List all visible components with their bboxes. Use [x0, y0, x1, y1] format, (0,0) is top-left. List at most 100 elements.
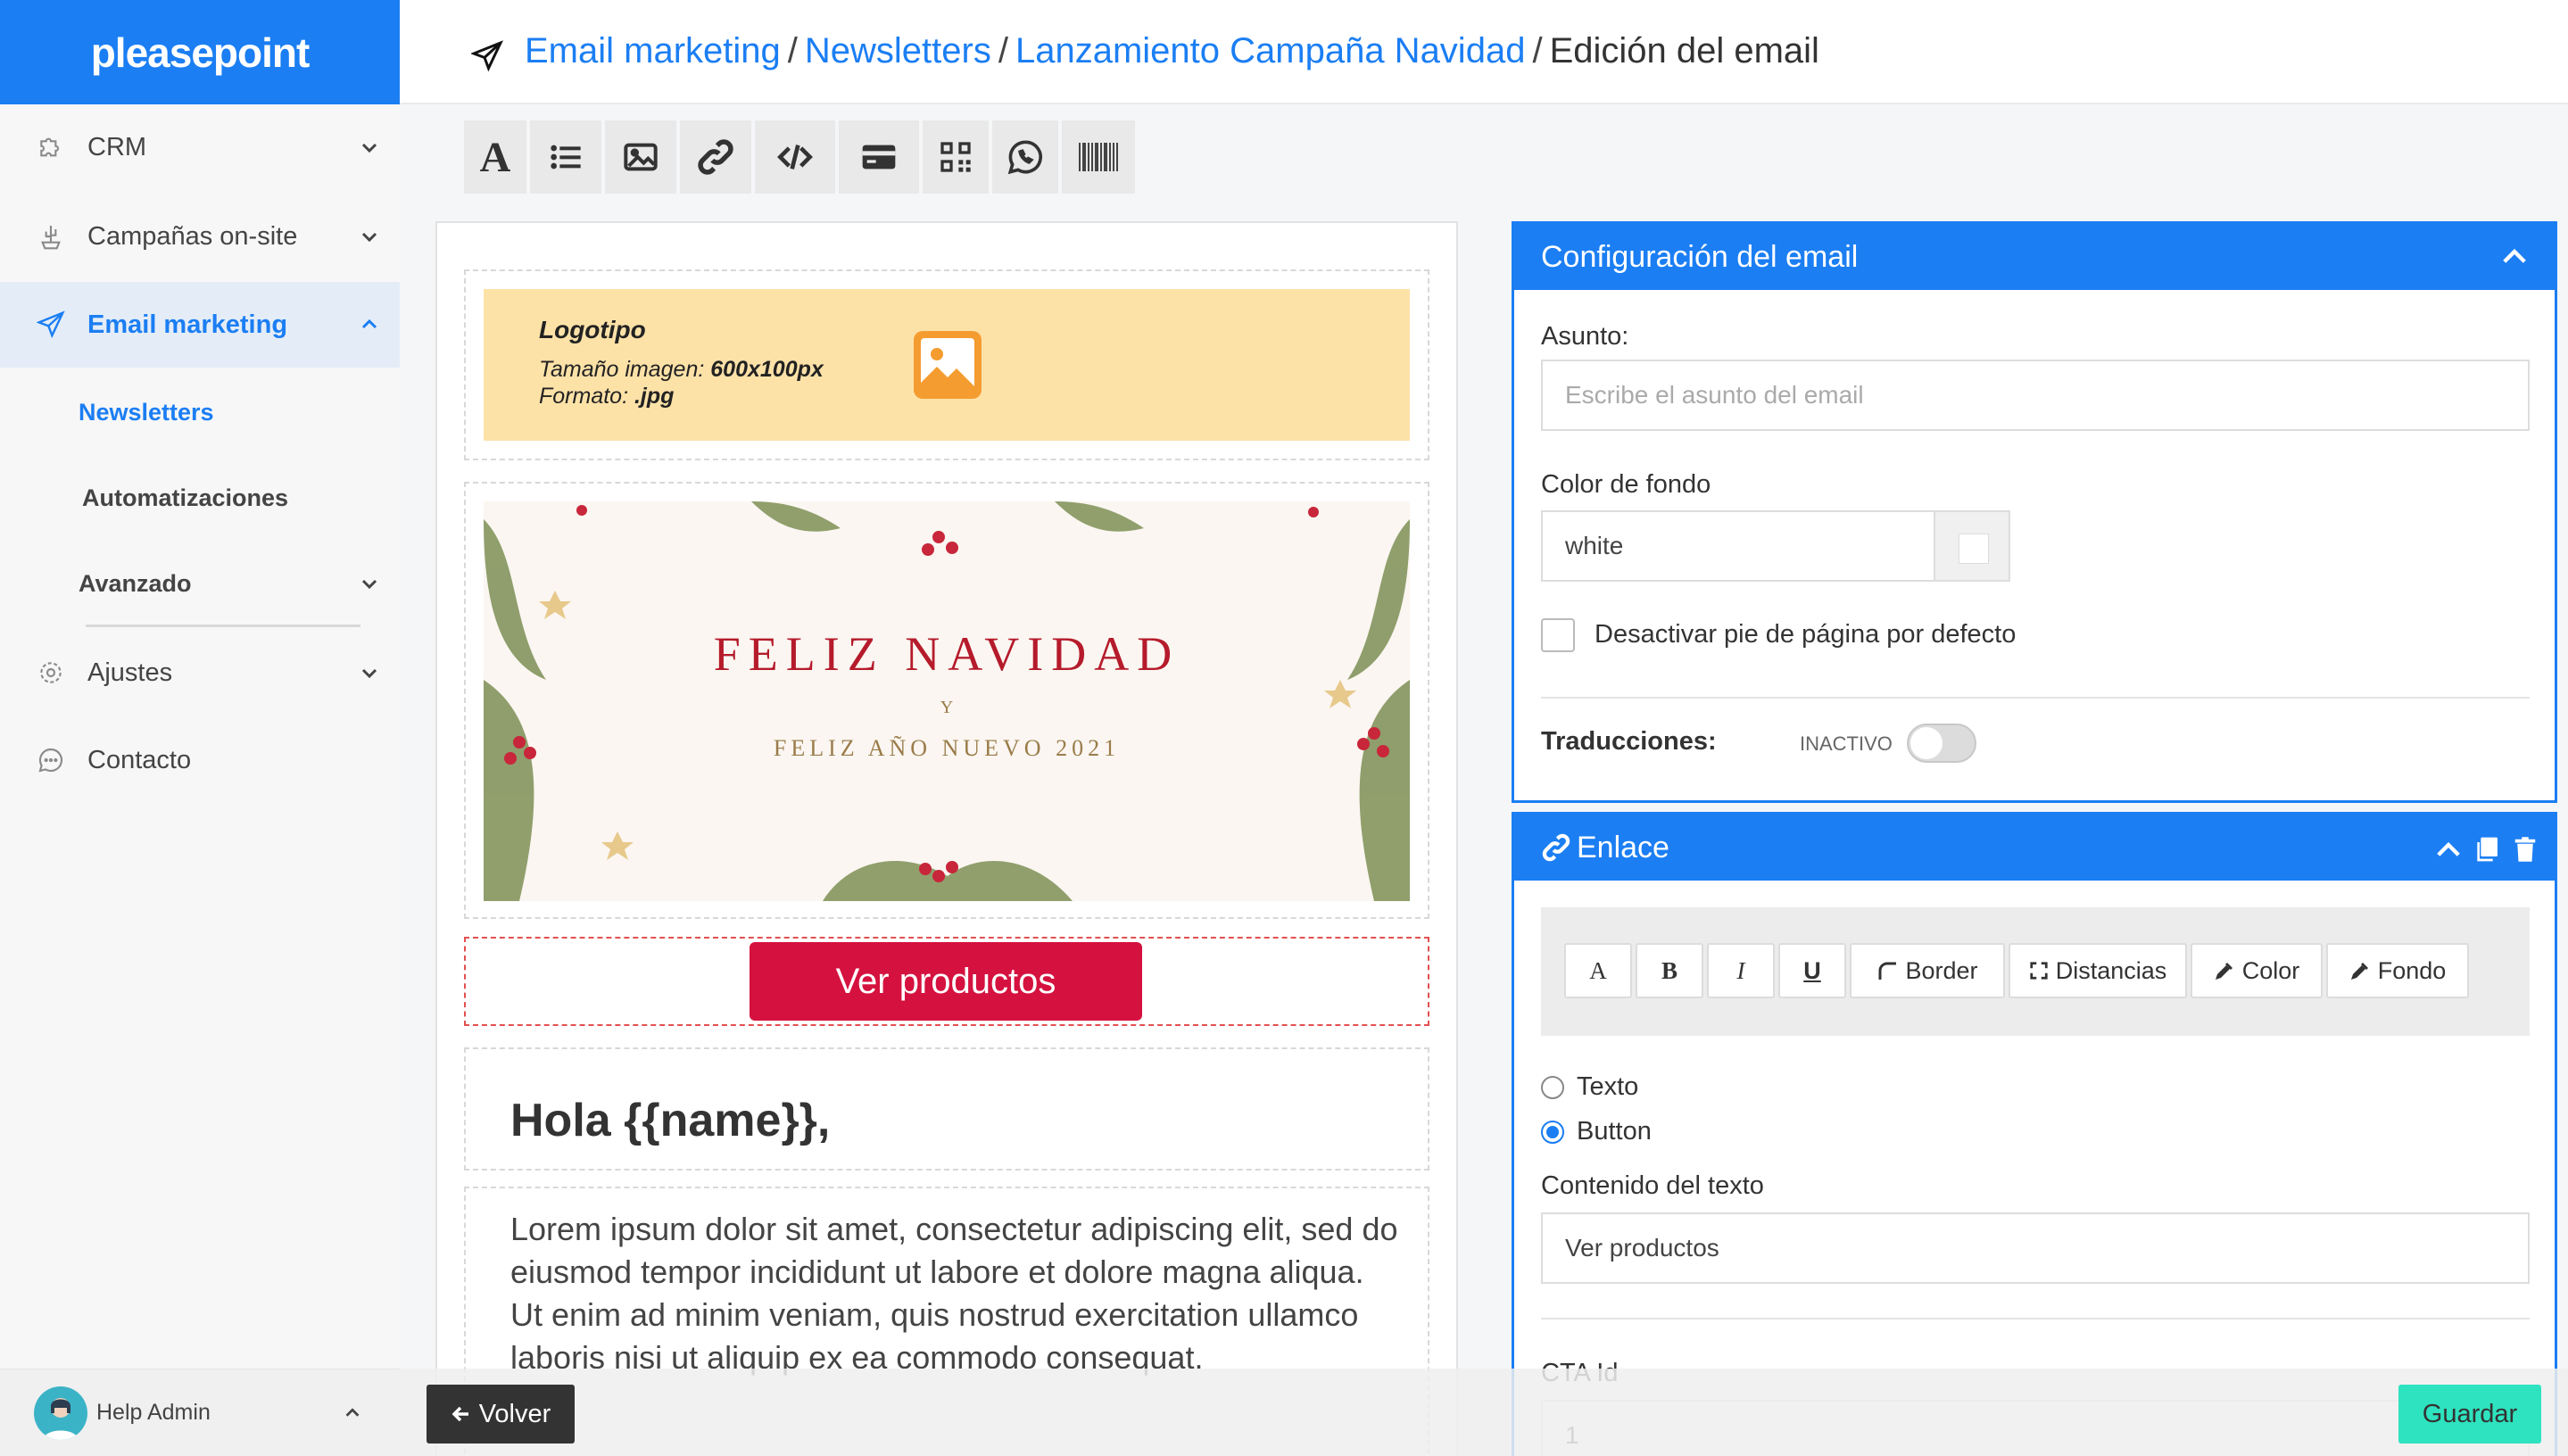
- sidebar-item-email-marketing[interactable]: Email marketing: [0, 282, 400, 368]
- add-code-button[interactable]: [755, 120, 835, 194]
- add-qr-button[interactable]: [923, 120, 989, 194]
- sidebar-item-crm[interactable]: CRM: [0, 104, 400, 190]
- chevron-up-icon[interactable]: [2501, 246, 2528, 266]
- breadcrumb-link-newsletters[interactable]: Newsletters: [805, 31, 991, 70]
- image-icon: [624, 143, 658, 171]
- add-link-button[interactable]: [680, 120, 751, 194]
- content-input[interactable]: Ver productos: [1541, 1212, 2530, 1284]
- logo-placeholder[interactable]: Logotipo Tamaño imagen: 600x100px Format…: [484, 289, 1410, 441]
- email-canvas: Logotipo Tamaño imagen: 600x100px Format…: [435, 221, 1458, 1456]
- sidebar-subitem-newsletters[interactable]: Newsletters: [0, 369, 400, 455]
- logo-block[interactable]: Logotipo Tamaño imagen: 600x100px Format…: [464, 269, 1429, 460]
- link-panel-actions: [2435, 834, 2539, 864]
- paper-plane-icon: [471, 40, 503, 72]
- sidebar-subitem-advanced[interactable]: Avanzado: [0, 541, 400, 626]
- copy-icon[interactable]: [2473, 834, 2501, 864]
- button-block[interactable]: Ver productos: [464, 937, 1429, 1026]
- type-radio-texto[interactable]: [1541, 1076, 1564, 1099]
- add-list-button[interactable]: [530, 120, 601, 194]
- link-panel-header[interactable]: Enlace: [1514, 815, 2555, 881]
- chevron-down-icon[interactable]: [359, 662, 380, 683]
- subject-input[interactable]: Escribe el asunto del email: [1541, 360, 2530, 431]
- paper-plane-icon: [36, 310, 66, 340]
- text-icon: A: [479, 133, 511, 181]
- sidebar-item-settings[interactable]: Ajustes: [0, 630, 400, 716]
- link-panel-title: Enlace: [1577, 830, 1669, 864]
- chevron-down-icon[interactable]: [359, 226, 380, 247]
- border-radius-icon: [1878, 962, 1897, 980]
- user-menu[interactable]: Help Admin: [0, 1369, 400, 1456]
- border-button-label: Border: [1905, 956, 1978, 984]
- link-icon: [1542, 833, 1570, 862]
- logo-size-value: 600x100px: [710, 357, 824, 382]
- chevron-down-icon[interactable]: [359, 573, 380, 594]
- spacing-button[interactable]: Distancias: [2009, 943, 2187, 998]
- sidebar-subitem-label: Automatizaciones: [82, 484, 289, 511]
- sidebar-item-campaigns[interactable]: Campañas on-site: [0, 194, 400, 279]
- breadcrumb-current: Edición del email: [1549, 31, 1819, 70]
- logo-format-label: Formato:: [539, 384, 629, 409]
- chevron-up-icon[interactable]: [2435, 840, 2462, 859]
- sidebar-subitem-automations[interactable]: Automatizaciones: [0, 455, 400, 541]
- footer-checkbox-label: Desactivar pie de página por defecto: [1595, 620, 2017, 649]
- add-card-button[interactable]: [839, 120, 919, 194]
- font-button[interactable]: A: [1564, 943, 1632, 998]
- sidebar-item-label: Email marketing: [87, 310, 288, 339]
- bg-color-input[interactable]: white: [1541, 510, 1935, 582]
- add-whatsapp-button[interactable]: [992, 120, 1058, 194]
- save-button[interactable]: Guardar: [2398, 1385, 2541, 1444]
- content-label: Contenido del texto: [1541, 1171, 1764, 1200]
- bg-color-label: Color de fondo: [1541, 470, 1711, 499]
- divider: [1541, 697, 2530, 699]
- border-button[interactable]: Border: [1850, 943, 2005, 998]
- logo-size-label: Tamaño imagen:: [539, 357, 705, 382]
- code-icon: [777, 145, 813, 170]
- greeting-block[interactable]: Hola {{name}},: [464, 1047, 1429, 1171]
- image-placeholder-icon: [914, 331, 982, 399]
- chevron-up-icon[interactable]: [343, 1403, 362, 1423]
- top-header: Email marketing / Newsletters / Lanzamiento …: [400, 0, 2568, 104]
- brand-logo[interactable]: pleasepoint: [0, 0, 400, 104]
- breadcrumb-separator: /: [787, 31, 798, 70]
- add-image-button[interactable]: [605, 120, 676, 194]
- background-button[interactable]: Fondo: [2326, 943, 2469, 998]
- bold-button[interactable]: B: [1636, 943, 1703, 998]
- body-text: Lorem ipsum dolor sit amet, consectetur …: [510, 1211, 1398, 1376]
- breadcrumb-separator: /: [998, 31, 1008, 70]
- back-button[interactable]: Volver: [427, 1385, 575, 1444]
- link-panel: Enlace A B I U Border Distancias Color F…: [1512, 812, 2557, 1456]
- logo-format: Formato: .jpg: [539, 384, 674, 410]
- type-radio-button[interactable]: [1541, 1121, 1564, 1144]
- sidebar-item-label: Campañas on-site: [87, 221, 298, 251]
- color-button[interactable]: Color: [2191, 943, 2323, 998]
- footer-checkbox[interactable]: [1541, 618, 1575, 652]
- breadcrumb-separator: /: [1532, 31, 1543, 70]
- italic-button[interactable]: I: [1707, 943, 1775, 998]
- translations-toggle[interactable]: [1907, 724, 1976, 763]
- banner-subtitle: FELIZ AÑO NUEVO 2021: [773, 735, 1121, 761]
- list-icon: [551, 145, 581, 170]
- config-panel-header[interactable]: Configuración del email: [1514, 224, 2555, 290]
- breadcrumb-link-campaign[interactable]: Lanzamiento Campaña Navidad: [1015, 31, 1525, 70]
- color-picker-swatch[interactable]: [1934, 510, 2010, 582]
- color-button-label: Color: [2241, 956, 2300, 984]
- banner-block[interactable]: FELIZ NAVIDAD Y FELIZ AÑO NUEVO 2021: [464, 482, 1429, 919]
- chevron-down-icon[interactable]: [359, 136, 380, 158]
- add-barcode-button[interactable]: [1062, 120, 1135, 194]
- arrow-left-icon: [451, 1406, 468, 1422]
- card-icon: [862, 145, 896, 170]
- whatsapp-icon: [1007, 140, 1042, 175]
- underline-button[interactable]: U: [1778, 943, 1846, 998]
- sidebar: pleasepoint CRM Campañas on-site Email m…: [0, 0, 400, 1456]
- logo-size: Tamaño imagen: 600x100px: [539, 357, 824, 383]
- sidebar-item-contact[interactable]: Contacto: [0, 717, 400, 803]
- ver-productos-button[interactable]: Ver productos: [750, 942, 1142, 1021]
- avatar: [34, 1386, 87, 1440]
- breadcrumb: Email marketing / Newsletters / Lanzamiento …: [525, 31, 1819, 71]
- bottom-action-bar: [400, 1369, 2568, 1456]
- qr-code-icon: [940, 142, 971, 172]
- trash-icon[interactable]: [2512, 834, 2539, 864]
- chevron-up-icon[interactable]: [359, 314, 380, 335]
- breadcrumb-link-email-marketing[interactable]: Email marketing: [525, 31, 781, 70]
- add-text-button[interactable]: A: [464, 120, 526, 194]
